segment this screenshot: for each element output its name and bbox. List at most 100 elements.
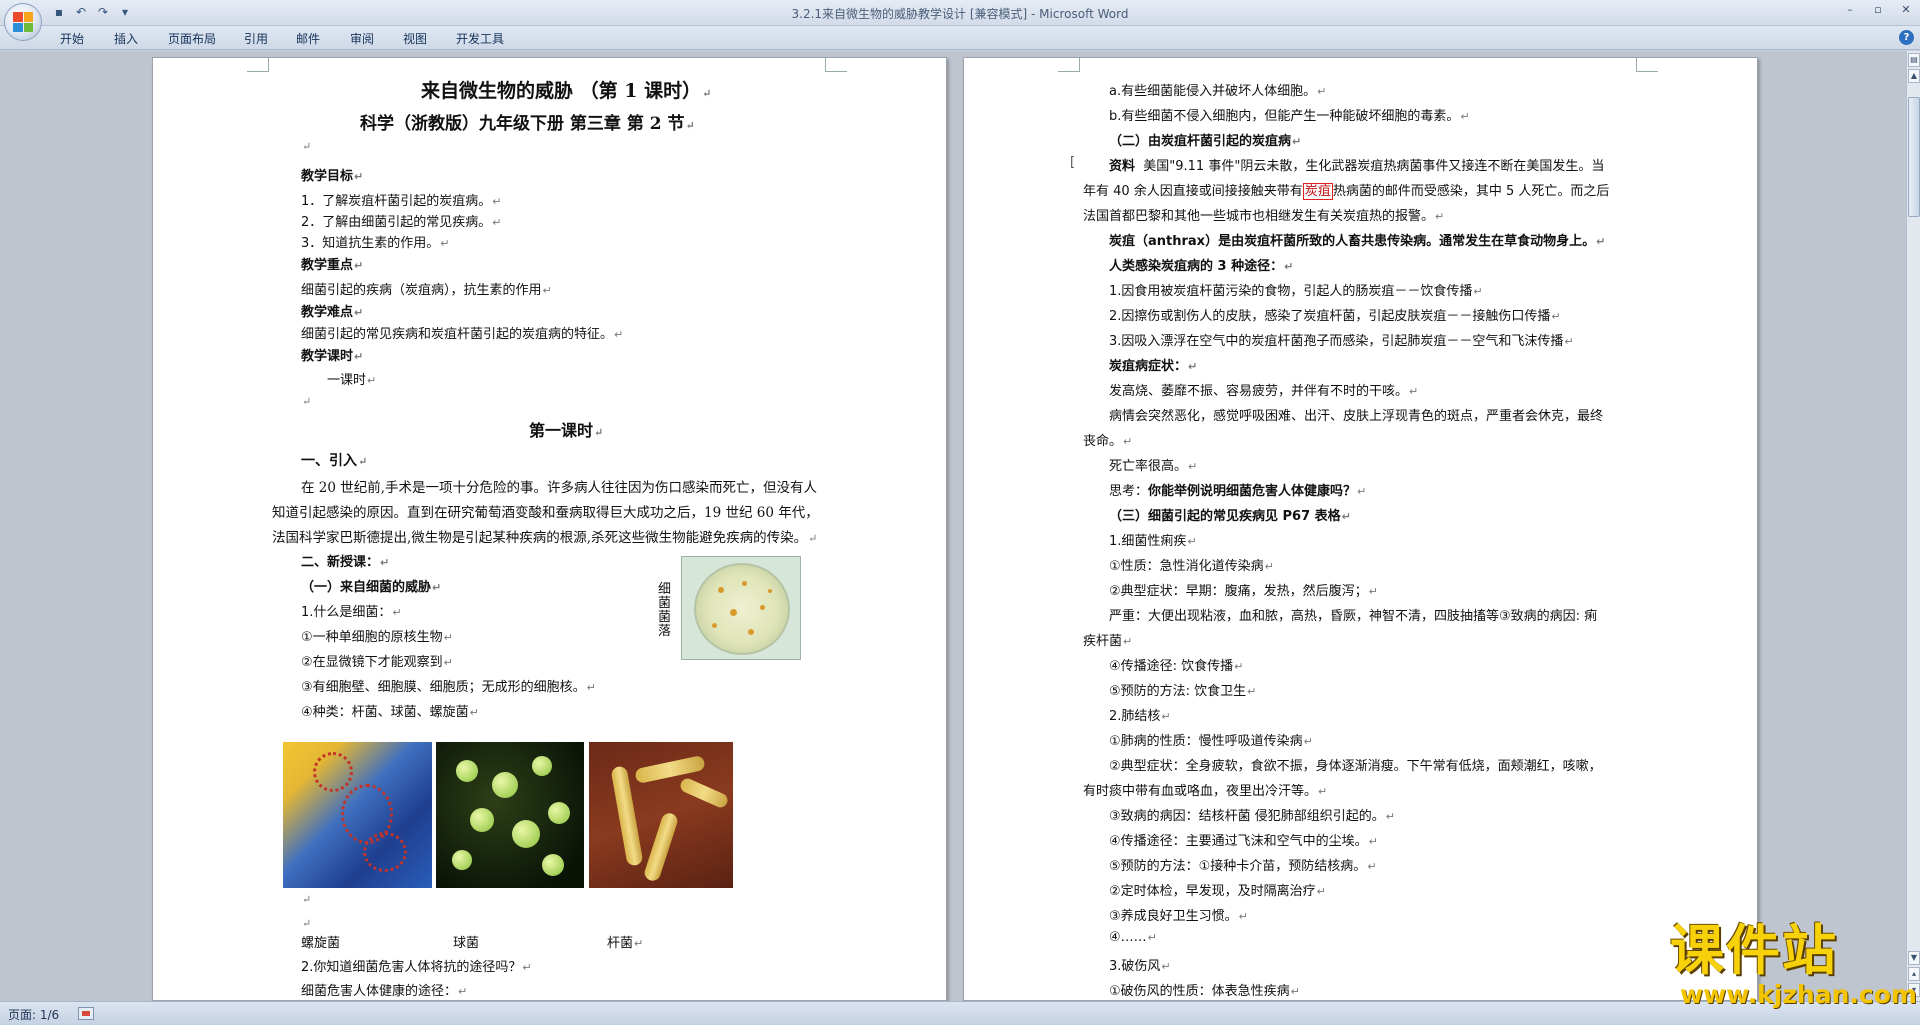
point-item: ②在显微镜下才能观察到↵ [301,655,453,670]
tab-insert[interactable]: 插入 [114,30,138,47]
title-bar: ▪ ↶ ↷ ▾ 3.2.1来自微生物的威胁教学设计 [兼容模式] - Micro… [0,0,1920,26]
bacteria-shape [532,756,552,776]
empty-paragraph: ↵ [302,395,312,408]
material-line: 法国首都巴黎和其他一些城市也相继发生有关炭疽热的报警。↵ [1083,209,1445,224]
routes-heading: 人类感染炭疽病的 3 种途径：↵ [1109,259,1294,274]
empty-paragraph: ↵ [302,893,312,906]
symptom-line: 发高烧、萎靡不振、容易疲劳，并伴有不时的干咳。↵ [1109,384,1419,399]
tab-mailings[interactable]: 邮件 [296,30,320,47]
margin-corner [825,58,847,72]
bacteria-shape [492,772,518,798]
symptom-line: 死亡率很高。↵ [1109,459,1198,474]
dysentery-line: 疾杆菌↵ [1083,634,1133,649]
hours-text: 一课时↵ [327,373,377,388]
focus-heading: 教学重点↵ [301,258,364,273]
document-workspace: 来自微生物的威胁 （第 1 课时）↵ 科学（浙教版）九年级下册 第三章 第 2 … [0,51,1906,1001]
page-count[interactable]: 页面: 1/6 [8,1006,59,1023]
section-heading: （三）细菌引起的常见疾病见 P67 表格↵ [1109,509,1351,524]
point-item: ③有细胞壁、细胞膜、细胞质；无成形的细胞核。↵ [301,680,596,695]
tetanus-line: 3.破伤风↵ [1109,959,1171,974]
spelling-highlight[interactable]: 炭疽 [1302,183,1333,200]
bacteria-shape [678,776,730,810]
symptom-line: 病情会突然恶化，感觉呼吸困难、出汗、皮肤上浮现青色的斑点，严重者会休克，最终 [1109,409,1604,424]
bacteria-shape [456,760,478,782]
intro-heading: 一、引入↵ [301,453,368,469]
question-text: 细菌危害人体健康的途径：↵ [301,984,468,999]
watermark-title: 课件站 [1670,919,1838,982]
margin-corner [247,58,269,72]
tab-review[interactable]: 审阅 [350,30,374,47]
empty-paragraph: ↵ [302,140,312,153]
point-item: ①一种单细胞的原核生物↵ [301,630,453,645]
lesson-heading: 第一课时↵ [529,421,604,440]
material-line: 年有 40 余人因直接或间接接触夹带有 炭疽 热病菌的邮件而受感染，其中 5 人死亡… [1083,183,1610,200]
previous-page-icon[interactable]: ▴ [1908,967,1920,981]
watermark-logo: 课件站 www.kjzhan.com [1668,919,1917,1010]
bracket-mark: [ [1070,155,1076,170]
dysentery-line: ⑤预防的方法: 饮食卫生↵ [1109,684,1257,699]
tb-line: 有时痰中带有血或咯血，夜里出冷汗等。↵ [1083,784,1328,799]
tab-home[interactable]: 开始 [60,30,84,47]
page-right[interactable]: a.有些细菌能侵入并破坏人体细胞。↵ b.有些细菌不侵入细胞内，但能产生一种能破… [963,57,1758,1001]
bacteria-shape [548,802,570,824]
margin-corner [1636,58,1658,72]
watermark-url: www.kjzhan.com [1680,980,1917,1009]
tb-line: ④……↵ [1109,930,1157,945]
intro-para-line: 法国科学家巴斯德提出,微生物是引起某种疾病的根源,杀死这些微生物能避免疾病的传染… [272,530,818,546]
scroll-thumb[interactable] [1908,97,1920,217]
doc-subtitle: 科学（浙教版）九年级下册 第三章 第 2 节↵ [360,114,695,134]
bacilli-image[interactable] [589,742,733,888]
vertical-scrollbar[interactable]: ▤ ▲ ▼ ▴ ▾ [1906,51,1920,1001]
cocci-image[interactable] [436,742,584,888]
window-title: 3.2.1来自微生物的威胁教学设计 [兼容模式] - Microsoft Wor… [791,7,1129,21]
empty-paragraph: ↵ [302,917,312,930]
image-caption: 螺旋菌 [301,936,341,951]
goal-item: 3．知道抗生素的作用。↵ [301,236,450,251]
minimize-button[interactable]: – [1836,0,1864,18]
tab-developer[interactable]: 开发工具 [456,30,504,47]
route-item: 2.因擦伤或割伤人的皮肤，感染了炭疽杆菌，引起皮肤炭疽－－接触伤口传播↵ [1109,309,1561,324]
think-line: 思考：你能举例说明细菌危害人体健康吗？↵ [1109,484,1367,499]
restore-button[interactable]: ▫ [1864,0,1892,18]
tb-line: ②定时体检，早发现，及时隔离治疗↵ [1109,884,1326,899]
bacteria-shape [642,811,680,883]
dysentery-line: ②典型症状：早期：腹痛，发热，然后腹泻；↵ [1109,584,1378,599]
text-line: b.有些细菌不侵入细胞内，但能产生一种能破坏细胞的毒素。↵ [1109,109,1470,124]
tb-line: ②典型症状：全身疲软，食欲不振，身体逐渐消瘦。下午常有低烧，面颊潮红，咳嗽， [1109,759,1602,774]
tetanus-line: ①破伤风的性质：体表急性疾病↵ [1109,984,1300,999]
petri-dish [694,563,790,655]
ruler-toggle-icon[interactable]: ▤ [1908,53,1920,67]
material-line: 资料 美国"9.11 事件"阴云未散，生化武器炭疽热病菌事件又接连不断在美国发生… [1109,159,1605,174]
difficulty-text: 细菌引起的常见疾病和炭疽杆菌引起的炭疽病的特征。↵ [301,327,624,342]
tb-line: ①肺病的性质：慢性呼吸道传染病↵ [1109,734,1313,749]
proofing-icon[interactable] [78,1007,94,1020]
bacteria-shape [634,754,706,785]
tab-page-layout[interactable]: 页面布局 [168,30,216,47]
colony-dot [768,589,772,593]
spirillum-image[interactable] [283,742,432,888]
image-caption: 杆菌↵ [607,936,644,951]
scroll-down-icon[interactable]: ▼ [1908,951,1920,965]
help-icon[interactable]: ? [1899,30,1914,45]
petri-dish-image[interactable] [681,556,801,660]
office-button[interactable] [4,3,42,41]
scroll-up-icon[interactable]: ▲ [1908,69,1920,83]
point-item: ④种类：杆菌、球菌、螺旋菌↵ [301,705,479,720]
text-line: a.有些细菌能侵入并破坏人体细胞。↵ [1109,84,1327,99]
image-caption: 球菌 [453,936,480,951]
route-item: 3.因吸入漂浮在空气中的炭疽杆菌孢子而感染，引起肺炭疽－－空气和飞沫传播↵ [1109,334,1574,349]
page-left[interactable]: 来自微生物的威胁 （第 1 课时）↵ 科学（浙教版）九年级下册 第三章 第 2 … [152,57,947,1001]
colony-dot [742,581,747,586]
symptom-line: 丧命。↵ [1083,434,1133,449]
dysentery-line: 严重：大便出现粘液，血和脓，高热，昏厥，神智不清，四肢抽搐等③致病的病因: 痢 [1109,609,1598,624]
bacteria-shape [470,808,494,832]
route-item: 1.因食用被炭疽杆菌污染的食物，引起人的肠炭疽－－饮食传播↵ [1109,284,1483,299]
bacteria-shape [512,820,540,848]
symptoms-heading: 炭疽病症状：↵ [1109,359,1198,374]
dysentery-line: ①性质：急性消化道传染病↵ [1109,559,1274,574]
tb-line: 2.肺结核↵ [1109,709,1171,724]
tab-references[interactable]: 引用 [244,30,268,47]
tab-view[interactable]: 视图 [403,30,427,47]
close-button[interactable]: ✕ [1892,0,1920,18]
hours-heading: 教学课时↵ [301,349,364,364]
